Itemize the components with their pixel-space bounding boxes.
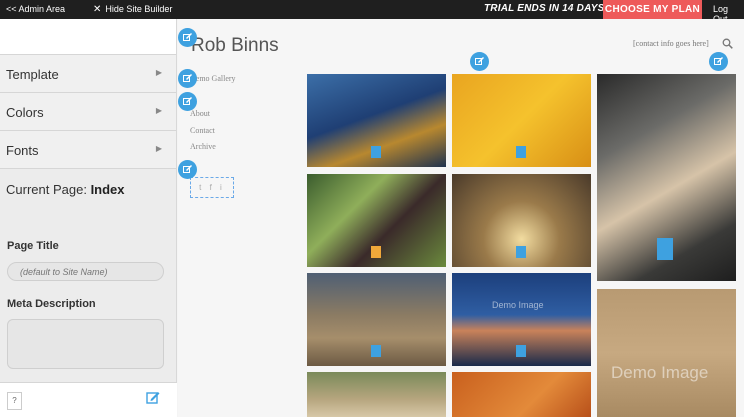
meta-description-label: Meta Description xyxy=(7,298,96,310)
sidebar-item-template[interactable]: Template ▶ xyxy=(0,55,176,93)
social-icons[interactable]: t f i xyxy=(190,177,234,198)
hide-site-builder-label: Hide Site Builder xyxy=(105,4,173,14)
gallery-image[interactable]: Demo Image xyxy=(597,289,736,417)
watermark-logo-icon xyxy=(371,146,381,158)
gallery-image[interactable] xyxy=(307,372,446,417)
sidebar-item-label: Template xyxy=(6,67,59,82)
watermark-logo-icon xyxy=(516,146,526,158)
sidebar-item-fonts[interactable]: Fonts ▶ xyxy=(0,131,176,169)
current-page-value: Index xyxy=(90,182,125,197)
watermark-logo-icon xyxy=(371,246,381,258)
gallery-image[interactable] xyxy=(307,74,446,167)
gallery-image[interactable] xyxy=(307,273,446,366)
site-title[interactable]: Rob Binns xyxy=(191,35,279,57)
page-title-label: Page Title xyxy=(7,240,59,252)
sidebar-item-colors[interactable]: Colors ▶ xyxy=(0,93,176,131)
site-builder-sidebar: Template ▶ Colors ▶ Fonts ▶ Current Page… xyxy=(0,19,177,417)
watermark-logo-icon xyxy=(516,345,526,357)
watermark-logo-icon xyxy=(657,238,673,260)
gallery-image[interactable] xyxy=(452,174,591,267)
nav-archive[interactable]: Archive xyxy=(190,142,216,151)
watermark-logo-icon xyxy=(516,246,526,258)
edit-header-icon[interactable] xyxy=(709,52,728,71)
page-title-input[interactable] xyxy=(7,262,164,281)
gallery-image[interactable] xyxy=(452,74,591,167)
gallery-image[interactable] xyxy=(597,74,736,281)
hide-site-builder-button[interactable]: ✕ Hide Site Builder xyxy=(93,4,172,15)
gallery-image[interactable] xyxy=(307,174,446,267)
edit-gallery-icon[interactable] xyxy=(470,52,489,71)
watermark-logo-icon xyxy=(371,345,381,357)
demo-image-watermark: Demo Image xyxy=(492,300,544,310)
edit-social-icon[interactable] xyxy=(178,160,197,179)
chevron-right-icon: ▶ xyxy=(155,144,162,153)
nav-contact[interactable]: Contact xyxy=(190,126,215,135)
edit-nav-icon[interactable] xyxy=(178,69,197,88)
top-bar: << Admin Area ✕ Hide Site Builder TRIAL E… xyxy=(0,0,744,24)
contact-info-placeholder[interactable]: [contact info goes here] xyxy=(633,39,709,48)
admin-area-link[interactable]: << Admin Area xyxy=(6,4,65,14)
sidebar-header xyxy=(0,19,176,55)
current-page-label: Current Page: xyxy=(6,182,87,197)
edit-title-icon[interactable] xyxy=(178,28,197,47)
site-preview: Rob Binns [contact info goes here] Demo … xyxy=(178,19,744,417)
sidebar-item-label: Fonts xyxy=(6,143,39,158)
edit-pages-icon[interactable] xyxy=(178,92,197,111)
search-icon[interactable] xyxy=(722,38,733,49)
sidebar-footer: ? xyxy=(0,382,177,417)
meta-description-textarea[interactable] xyxy=(7,319,164,369)
current-page: Current Page: Index xyxy=(6,182,125,197)
help-button[interactable]: ? xyxy=(7,392,22,410)
gallery-image[interactable] xyxy=(452,372,591,417)
nav-about[interactable]: About xyxy=(190,109,210,118)
trial-notice: TRIAL ENDS IN 14 DAYS xyxy=(484,3,605,14)
chevron-right-icon: ▶ xyxy=(155,68,162,77)
edit-icon[interactable] xyxy=(146,391,160,405)
demo-image-watermark: Demo Image xyxy=(611,363,709,382)
choose-plan-button[interactable]: CHOOSE MY PLAN xyxy=(603,0,702,19)
gallery-image[interactable]: Demo Image xyxy=(452,273,591,366)
close-icon: ✕ xyxy=(93,4,102,15)
chevron-right-icon: ▶ xyxy=(155,106,162,115)
sidebar-item-label: Colors xyxy=(6,105,44,120)
